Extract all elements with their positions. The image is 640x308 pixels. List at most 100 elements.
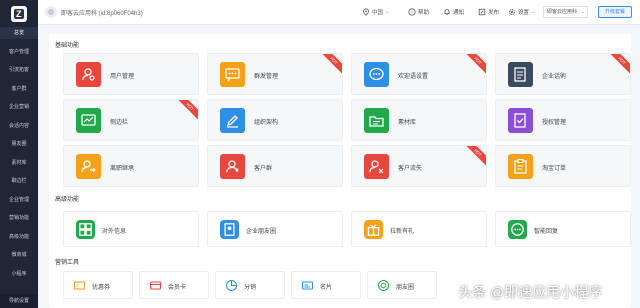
help-link[interactable]: ? 帮助: [408, 7, 429, 17]
feature-card[interactable]: 授权管理: [495, 99, 631, 141]
marketing-tool-card[interactable]: 优惠券: [63, 271, 133, 299]
chat-bubble-icon: [364, 62, 389, 87]
sidebar-item-moments[interactable]: 朋友圈: [0, 138, 38, 150]
marketing-tool-label: 名片: [320, 285, 333, 291]
marketing-tool-card[interactable]: 名片: [291, 271, 361, 299]
gift-icon: [364, 220, 383, 239]
svg-text:?: ?: [411, 10, 414, 15]
sidebar-item-traffic[interactable]: 引流拓客: [0, 64, 38, 76]
help-icon: ?: [408, 8, 416, 16]
customer-loss-icon: [364, 154, 389, 179]
sidebar-item-chat-sidebar[interactable]: 聊边栏: [0, 175, 38, 187]
advanced-card[interactable]: 对外信息: [63, 211, 199, 247]
sidebar-item-materials[interactable]: 素材库: [0, 157, 38, 169]
help-label: 帮助: [418, 10, 430, 16]
coupon-icon: [72, 278, 87, 293]
top-header: 即客云应用科 (id:8p060F04h3) 中国 ⌄ ? 帮助 通知 发布 设…: [38, 0, 640, 25]
region-label: 中国: [372, 10, 384, 16]
business-card-icon: [300, 278, 315, 293]
feature-card[interactable]: 组织架构: [207, 99, 343, 141]
app-logo-icon[interactable]: [11, 6, 27, 22]
advanced-card[interactable]: 拉新有礼: [351, 211, 487, 247]
region-selector[interactable]: 中国 ⌄: [362, 7, 390, 17]
sidebar-item-customer-management[interactable]: 客户管理: [0, 46, 38, 58]
moments-icon: [220, 220, 239, 239]
advanced-card[interactable]: 企业朋友圈: [207, 211, 343, 247]
feature-card-label: 客户群: [254, 166, 273, 172]
settings-menu[interactable]: 设置 ⌄: [508, 7, 536, 17]
sidebar-item-customer-groups[interactable]: 客户群: [0, 83, 38, 95]
hot-badge: HOT: [175, 100, 198, 121]
feature-card[interactable]: 侧边栏 HOT: [63, 99, 199, 141]
advanced-card[interactable]: 智能回复: [495, 211, 631, 247]
publish-link[interactable]: 发布: [478, 7, 499, 17]
location-pin-icon: [363, 8, 369, 16]
account-avatar[interactable]: [45, 6, 57, 18]
edit-pen-icon: [220, 108, 245, 133]
sidebar-item-session-content[interactable]: 会话内容: [0, 120, 38, 132]
publish-label: 发布: [488, 10, 500, 16]
gear-icon: [509, 9, 515, 15]
section-title-basic: 基础功能: [55, 43, 80, 49]
feature-card-label: 组织架构: [254, 120, 279, 126]
feature-card[interactable]: 企业话術 HOT: [495, 53, 631, 95]
account-select-value: 即客云应用科: [547, 9, 578, 15]
camera-icon: [376, 278, 391, 293]
marketing-tool-label: 朋友圈: [396, 285, 415, 291]
mass-message-icon: [220, 62, 245, 87]
sidebar-item-marketing-functions[interactable]: 营销功能: [0, 212, 38, 224]
sidebar-item-advanced-functions[interactable]: 高级功能: [0, 231, 38, 243]
feature-card[interactable]: 淘宝订单: [495, 145, 631, 187]
feature-card-label: 群发管理: [254, 74, 279, 80]
feature-card[interactable]: 客户流失 HOT: [351, 145, 487, 187]
marketing-tool-card[interactable]: 分销: [215, 271, 285, 299]
feature-card-label: 欢迎语设置: [398, 74, 429, 80]
feature-card[interactable]: 离职继承: [63, 145, 199, 187]
watermark: 头条 @即速应用小程序: [458, 284, 603, 300]
advanced-card-label: 对外信息: [102, 229, 127, 235]
sidebar: 总览客户管理引流拓客客户群企业营销会话内容朋友圈素材库聊边栏企业管理营销功能高级…: [0, 0, 38, 308]
hot-badge: HOT: [319, 54, 342, 75]
authorization-icon: [508, 108, 533, 133]
feature-card[interactable]: 群发管理 HOT: [207, 53, 343, 95]
marketing-tool-card[interactable]: 朋友圈: [367, 271, 437, 299]
feature-card-label: 客户流失: [398, 166, 423, 172]
marketing-tool-card[interactable]: 会员卡: [139, 271, 209, 299]
sidebar-item-overview[interactable]: 总览: [0, 27, 38, 39]
sidebar-item-enterprise-marketing[interactable]: 企业营销: [0, 101, 38, 113]
feature-card-label: 用户管理: [110, 74, 135, 80]
sidebar-item-micro-mall[interactable]: 微商城: [0, 249, 38, 261]
sidebar-item-mini-program[interactable]: 小程序: [0, 268, 38, 280]
account-name[interactable]: 即客云应用科 (id:8p060F04h3): [61, 8, 143, 17]
section-title-advanced: 高级功能: [55, 197, 80, 203]
grid-apps-icon: [76, 220, 95, 239]
folder-icon: [364, 108, 389, 133]
hot-badge: HOT: [463, 146, 486, 167]
feature-card[interactable]: 客户群: [207, 145, 343, 187]
smart-reply-icon: [508, 220, 527, 239]
transfer-user-icon: [76, 154, 101, 179]
hot-badge: HOT: [463, 54, 486, 75]
upgrade-plan-button[interactable]: 升级套餐: [598, 6, 632, 18]
chevron-down-icon: ⌄: [385, 9, 390, 15]
document-icon: [508, 62, 533, 87]
advanced-card-label: 拉新有礼: [390, 229, 415, 235]
advanced-card-label: 企业朋友圈: [246, 229, 277, 235]
advanced-card-label: 智能回复: [534, 229, 559, 235]
sidebar-chart-icon: [76, 108, 101, 133]
sidebar-item-enterprise-management[interactable]: 企业管理: [0, 194, 38, 206]
feature-card[interactable]: 素材库: [351, 99, 487, 141]
feature-card-label: 侧边栏: [110, 120, 129, 126]
feature-card[interactable]: 用户管理: [63, 53, 199, 95]
feature-card-label: 素材库: [398, 120, 417, 126]
member-card-icon: [148, 278, 163, 293]
feature-card-label: 离职继承: [110, 166, 135, 172]
feature-card[interactable]: 欢迎语设置 HOT: [351, 53, 487, 95]
account-select[interactable]: 即客云应用科 ⌄: [543, 6, 588, 18]
user-settings-icon: [76, 62, 101, 87]
marketing-tool-label: 分销: [244, 285, 257, 291]
settings-label: 设置: [518, 10, 530, 16]
sidebar-nav-settings[interactable]: 导航设置: [0, 294, 38, 308]
feature-card-label: 企业话術: [542, 74, 567, 80]
notification-link[interactable]: 通知: [443, 7, 464, 17]
